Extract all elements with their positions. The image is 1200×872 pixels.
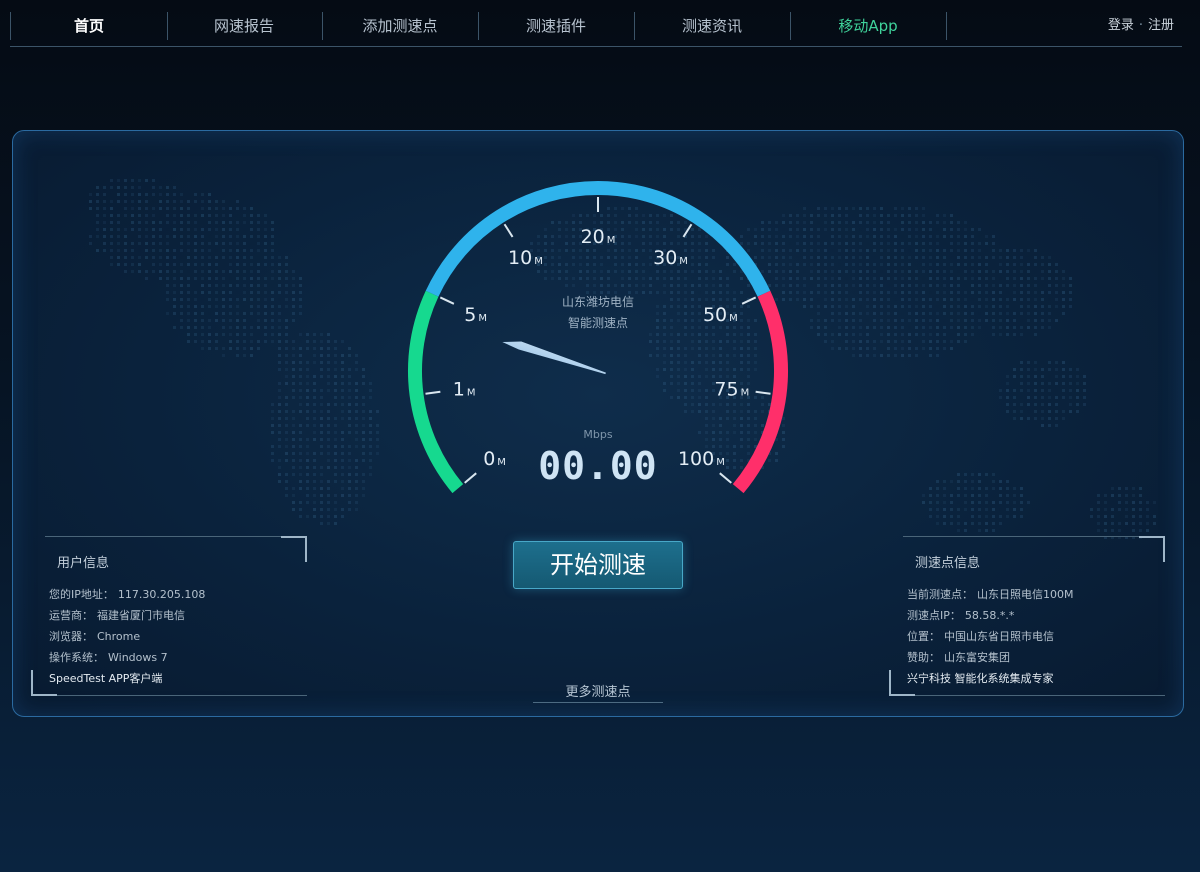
info-row-os: 操作系统： Windows 7 <box>49 651 168 664</box>
auth-links: 登录 · 注册 <box>1108 12 1174 40</box>
speed-readout: 00.00 <box>538 444 657 488</box>
register-link[interactable]: 注册 <box>1148 18 1174 33</box>
gauge-tick-mark <box>503 223 514 238</box>
gauge-tick-label: 5M <box>464 304 487 326</box>
provider-name: 山东潍坊电信 <box>562 294 634 309</box>
box-line <box>889 695 1165 696</box>
user-info-title: 用户信息 <box>57 556 110 571</box>
start-test-button[interactable]: 开始测速 <box>513 541 683 589</box>
login-link[interactable]: 登录 <box>1108 18 1134 33</box>
speedtest-page: 首页 网速报告 添加测速点 测速插件 测速资讯 移动App 登录 · 注册 0M 1M… <box>0 0 1200 872</box>
info-row-location: 位置： 中国山东省日照市电信 <box>907 630 1054 643</box>
auth-separator: · <box>1138 18 1143 33</box>
box-line <box>45 536 307 537</box>
gauge-arc-low <box>408 290 464 494</box>
gauge-tick-mark <box>682 223 693 238</box>
box-corner <box>1139 536 1165 562</box>
user-info-box: 用户信息 您的IP地址： 117.30.205.108 运营商： 福建省厦门市电信 … <box>31 536 307 696</box>
gauge-tick-label: 100 M <box>678 448 725 470</box>
top-nav: 首页 网速报告 添加测速点 测速插件 测速资讯 移动App 登录 · 注册 <box>10 0 1182 47</box>
nav-plugin[interactable]: 测速插件 <box>478 12 635 40</box>
info-row-isp: 运营商： 福建省厦门市电信 <box>49 609 185 622</box>
gauge-needle <box>502 341 606 375</box>
gauge-tick-mark <box>719 472 732 484</box>
nav-mobile-app[interactable]: 移动App <box>790 12 947 40</box>
info-row-sponsor-slogan: 兴宁科技 智能化系统集成专家 <box>907 672 1054 685</box>
info-row-ip: 您的IP地址： 117.30.205.108 <box>49 588 206 601</box>
gauge-tick-label: 75 M <box>714 379 749 401</box>
box-corner <box>281 536 307 562</box>
nav-news[interactable]: 测速资讯 <box>634 12 791 40</box>
gauge-tick-label: 20 M <box>581 226 616 248</box>
gauge-tick-label: 0M <box>483 448 506 470</box>
info-row-app-link[interactable]: SpeedTest APP客户端 <box>49 668 303 689</box>
gauge-tick-mark <box>464 472 477 484</box>
node-info-list: 当前测速点： 山东日照电信100M 测速点IP： 58.58.*.* 位置： 中国山东… <box>907 584 1161 689</box>
more-nodes-link[interactable]: 更多测速点 <box>533 681 663 703</box>
gauge-tick-label: 50 M <box>703 304 738 326</box>
gauge-tick-mark <box>741 296 757 305</box>
info-row-browser: 浏览器： Chrome <box>49 630 141 643</box>
node-info-box: 测速点信息 当前测速点： 山东日照电信100M 测速点IP： 58.58.*.* 位… <box>889 536 1165 696</box>
nav-home[interactable]: 首页 <box>10 12 168 40</box>
nav-add-node[interactable]: 添加测速点 <box>322 12 479 40</box>
gauge-tick-label: 30 M <box>653 247 688 269</box>
info-row-node-ip: 测速点IP： 58.58.*.* <box>907 609 1015 622</box>
info-row-sponsor: 赞助： 山东富安集团 <box>907 651 1010 664</box>
speed-unit-label: Mbps <box>583 428 612 441</box>
gauge-tick-mark <box>425 390 441 395</box>
node-info-title: 测速点信息 <box>915 556 981 571</box>
box-line <box>31 695 307 696</box>
gauge-tick-mark <box>439 296 455 305</box>
gauge-tick-label: 10 M <box>508 247 543 269</box>
nav-speed-report[interactable]: 网速报告 <box>166 12 323 40</box>
user-info-list: 您的IP地址： 117.30.205.108 运营商： 福建省厦门市电信 浏览器： C… <box>49 584 303 689</box>
gauge-tick-label: 1M <box>453 379 476 401</box>
info-row-node: 当前测速点： 山东日照电信100M <box>907 588 1074 601</box>
box-line <box>903 536 1165 537</box>
gauge-tick-mark <box>755 390 771 395</box>
node-type-label: 智能测速点 <box>568 315 628 330</box>
speedtest-panel: 0 M 1 M 5 M 10 M 20 M 30 M 50 M 75 M 100 M 山东潍坊电信 智能测速点 M… <box>12 130 1184 717</box>
